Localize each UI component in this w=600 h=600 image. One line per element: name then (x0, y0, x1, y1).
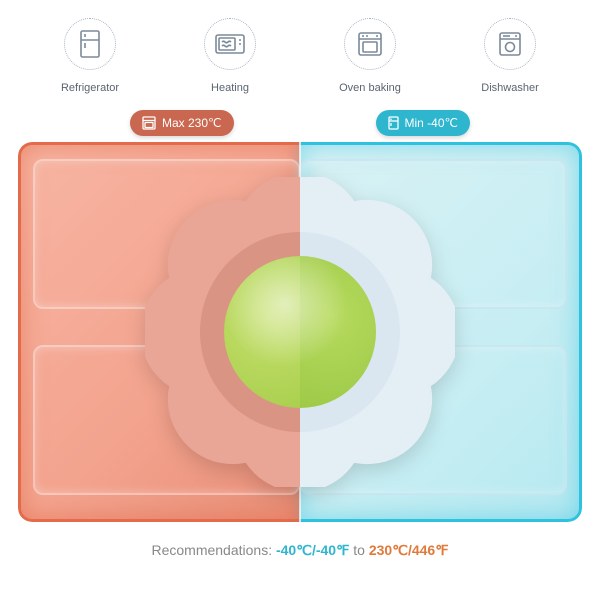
recommendation-line: Recommendations: -40℃/-40℉ to 230℃/446℉ (0, 542, 600, 559)
oven-icon (344, 18, 396, 70)
refrigerator-icon (64, 18, 116, 70)
reco-prefix: Recommendations: (151, 542, 276, 558)
feature-label: Oven baking (339, 82, 401, 94)
feature-heating: Heating (170, 18, 290, 94)
flower-bowl (145, 177, 455, 487)
max-temp-text: Max 230℃ (162, 116, 222, 130)
feature-label: Heating (211, 82, 249, 94)
microwave-icon (204, 18, 256, 70)
fridge-small-icon (388, 116, 399, 130)
min-temp-badge: Min -40℃ (376, 110, 471, 136)
feature-row: Refrigerator Heating Ove (0, 0, 600, 108)
reco-cold: -40℃/-40℉ (276, 542, 349, 558)
feature-label: Dishwasher (481, 82, 538, 94)
bowl-inner (224, 256, 376, 408)
min-temp-text: Min -40℃ (405, 116, 459, 130)
feature-refrigerator: Refrigerator (30, 18, 150, 94)
dishwasher-icon (484, 18, 536, 70)
oven-small-icon (142, 116, 156, 130)
feature-ovenbaking: Oven baking (310, 18, 430, 94)
temperature-hero (18, 142, 582, 522)
reco-joiner: to (349, 542, 368, 558)
reco-hot: 230℃/446℉ (369, 542, 449, 558)
temperature-badges: Max 230℃ Min -40℃ (30, 108, 570, 142)
feature-dishwasher: Dishwasher (450, 18, 570, 94)
feature-label: Refrigerator (61, 82, 119, 94)
max-temp-badge: Max 230℃ (130, 110, 234, 136)
